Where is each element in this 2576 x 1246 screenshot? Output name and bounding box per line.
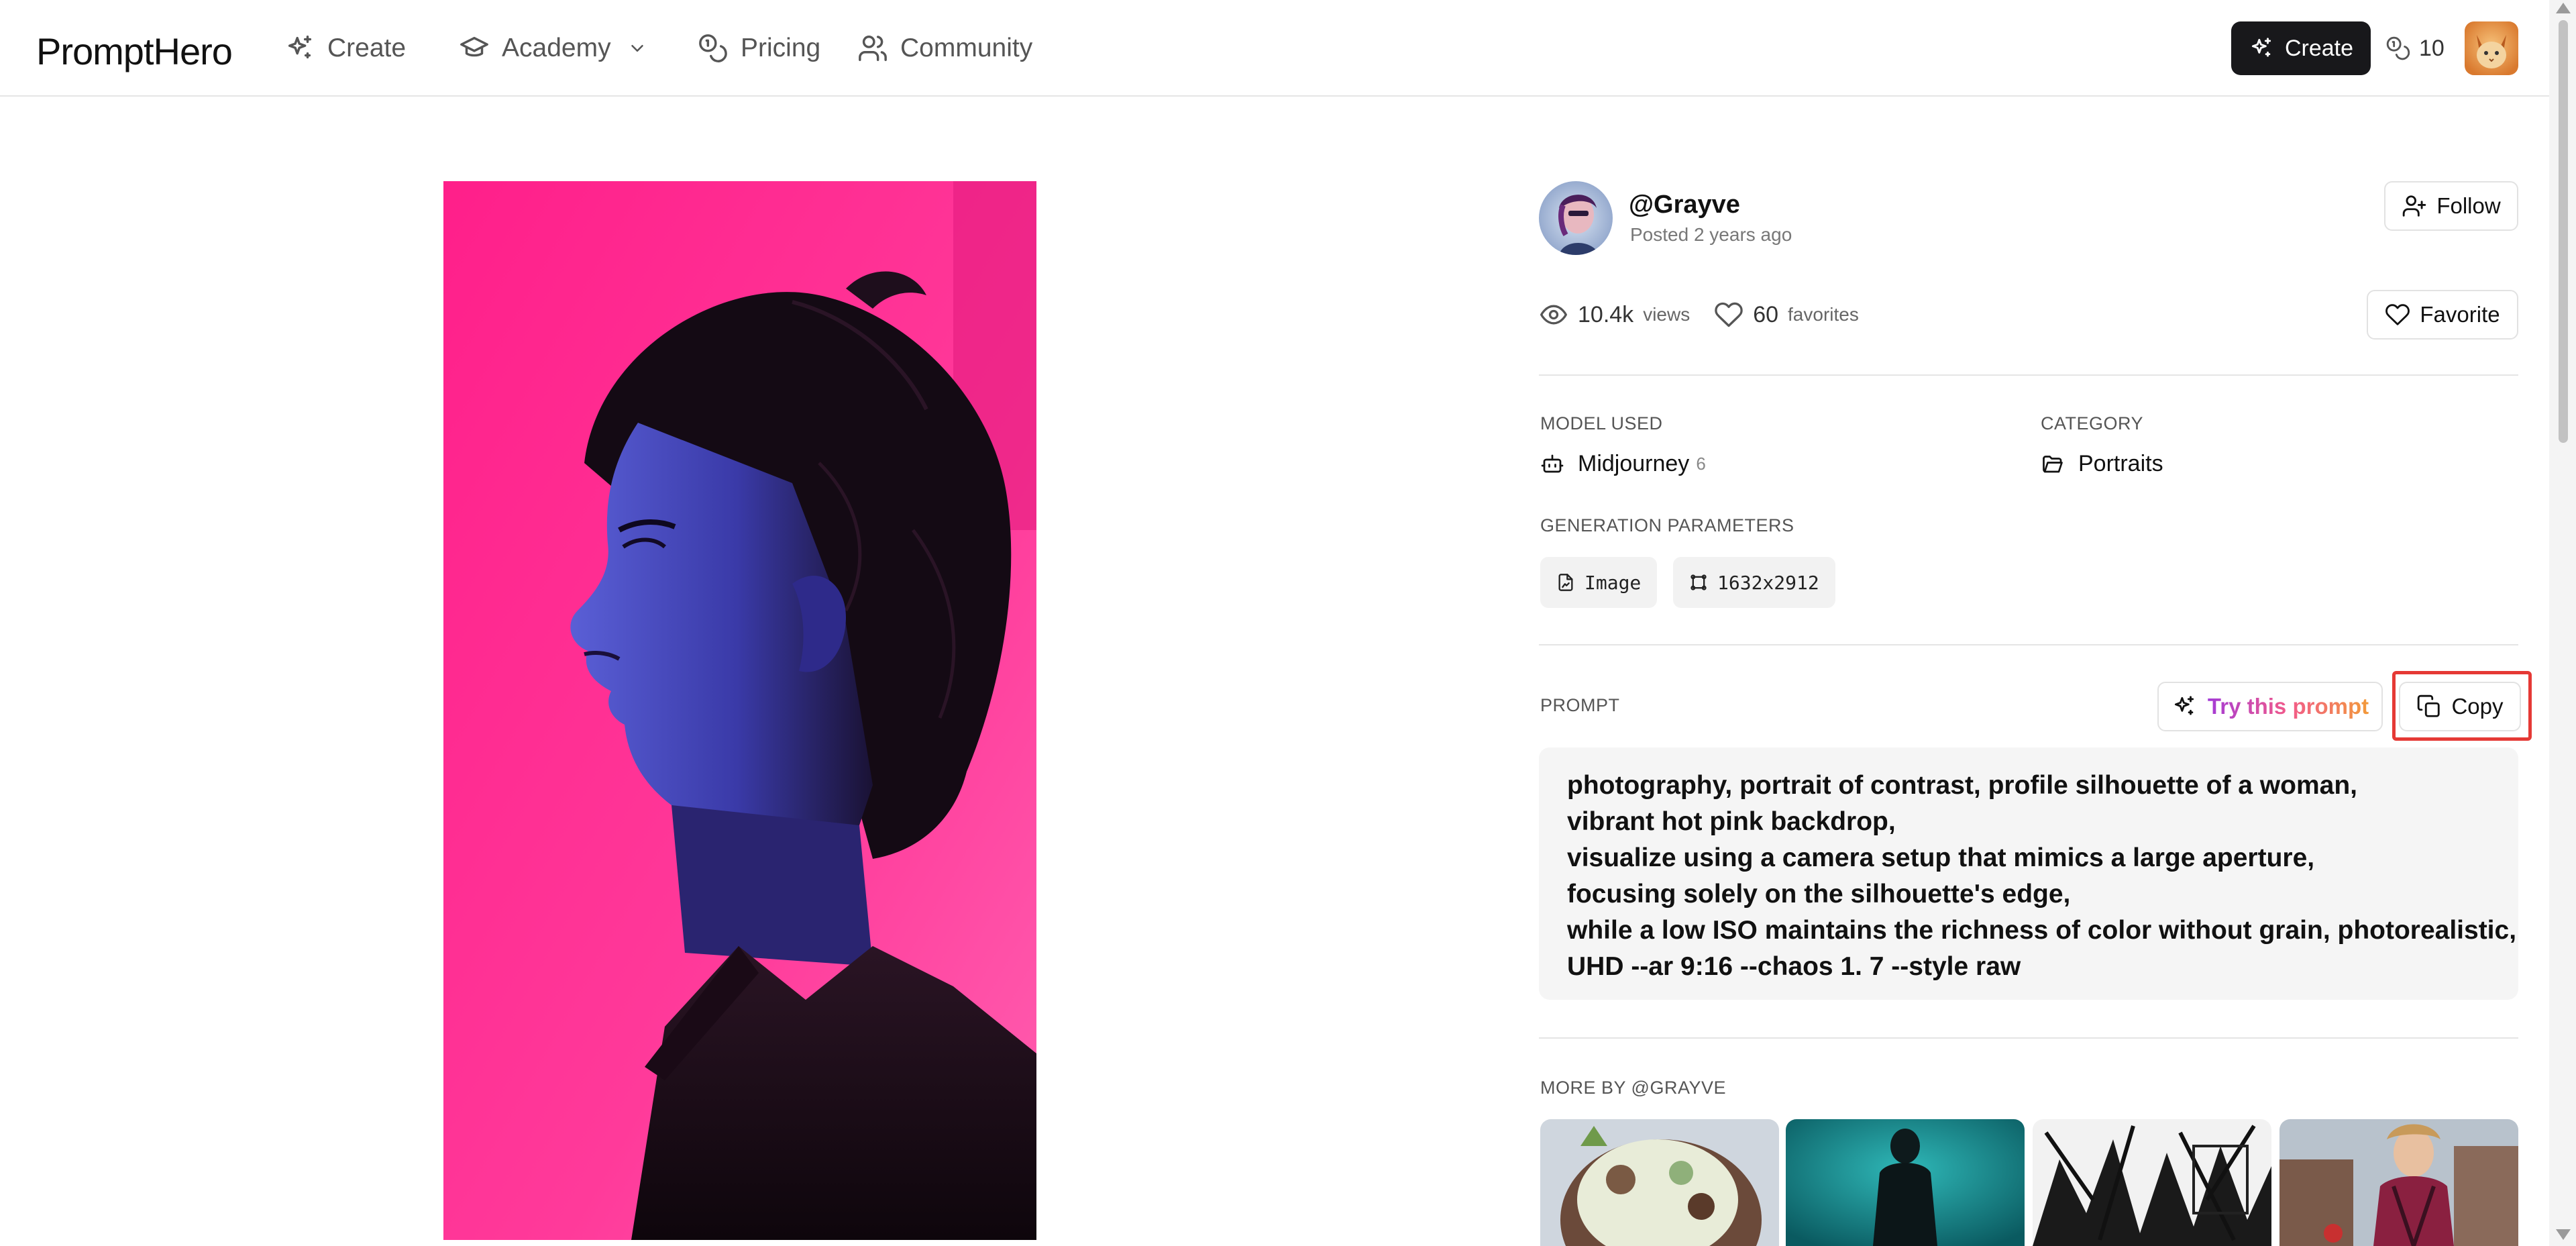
nav-academy-label: Academy <box>502 34 611 62</box>
graduation-cap-icon <box>460 36 488 57</box>
param-size-value: 1632x2912 <box>1717 571 1819 594</box>
chevron-down-icon <box>631 45 643 52</box>
try-this-prompt-button[interactable]: Try this prompt <box>2157 682 2383 731</box>
nav-create-label: Create <box>327 34 407 62</box>
favorite-button-label: Favorite <box>2420 302 2500 327</box>
credits-count: 10 <box>2419 35 2445 61</box>
more-thumbnail[interactable] <box>2279 1119 2518 1246</box>
credits-counter[interactable]: 10 <box>2385 30 2445 67</box>
posted-time: Posted 2 years ago <box>1630 224 1792 245</box>
sparkles-icon <box>2251 38 2271 57</box>
thumbnail-image <box>2279 1119 2518 1246</box>
nav-pricing-link[interactable]: Pricing <box>698 30 820 67</box>
eye-icon <box>1540 305 1567 325</box>
nav-community-label: Community <box>900 34 1033 62</box>
user-avatar-image <box>2465 21 2518 75</box>
user-plus-icon <box>2403 195 2426 217</box>
frame-icon <box>1690 574 1707 590</box>
try-this-prompt-label: Try this prompt <box>2207 694 2369 719</box>
more-by-author-label: MORE BY @GRAYVE <box>1540 1078 1726 1098</box>
category-name: Portraits <box>2078 450 2163 476</box>
divider <box>1539 644 2518 645</box>
author-avatar-image <box>1539 181 1613 255</box>
main-artwork-image[interactable] <box>443 181 1036 1240</box>
heart-icon <box>2385 304 2410 325</box>
param-type-value: Image <box>1585 571 1642 594</box>
site-logo[interactable]: PromptHero <box>36 30 233 73</box>
generation-parameters-label: GENERATION PARAMETERS <box>1540 515 1794 535</box>
more-thumbnail[interactable] <box>2033 1119 2271 1246</box>
prompt-line: UHD --ar 9:16 --chaos 1. 7 --style raw <box>1567 952 2021 981</box>
follow-button[interactable]: Follow <box>2384 181 2518 231</box>
favorites-label: favorites <box>1788 304 1859 325</box>
scroll-down-arrow-icon[interactable] <box>2556 1229 2571 1240</box>
prompt-line: focusing solely on the silhouette's edge… <box>1567 880 2071 908</box>
model-used-label: MODEL USED <box>1540 413 1663 433</box>
follow-button-label: Follow <box>2436 193 2501 218</box>
model-version: 6 <box>1696 453 1706 474</box>
scroll-up-arrow-icon[interactable] <box>2556 3 2571 13</box>
favorite-button[interactable]: Favorite <box>2367 290 2518 340</box>
category-value[interactable]: Portraits <box>2041 447 2163 480</box>
category-label: CATEGORY <box>2041 413 2144 433</box>
sparkles-icon <box>2174 696 2194 715</box>
create-button[interactable]: Create <box>2231 21 2371 75</box>
create-button-label: Create <box>2284 35 2354 61</box>
bot-icon <box>1541 454 1564 473</box>
prompt-line: while a low ISO maintains the richness o… <box>1567 916 2517 945</box>
divider <box>1539 374 2518 376</box>
coins-icon <box>2386 36 2410 60</box>
model-name: Midjourney <box>1578 450 1690 476</box>
param-chip-type: Image <box>1540 557 1658 608</box>
user-avatar[interactable] <box>2465 21 2518 75</box>
stats-row: 10.4k views 60 favorites <box>1539 297 1859 333</box>
folder-open-icon <box>2043 456 2063 473</box>
coins-icon <box>699 34 727 62</box>
prompt-text-box[interactable]: photography, portrait of contrast, profi… <box>1539 747 2518 1000</box>
views-label: views <box>1643 304 1690 325</box>
model-value[interactable]: Midjourney 6 <box>1540 447 1706 480</box>
favorites-count: 60 <box>1753 301 1779 327</box>
scrollbar-thumb[interactable] <box>2559 20 2568 443</box>
nav-pricing-label: Pricing <box>741 34 821 62</box>
nav-create-link[interactable]: Create <box>284 30 406 67</box>
thumbnail-image <box>1540 1119 1779 1246</box>
nav-academy-dropdown[interactable]: Academy <box>459 30 647 67</box>
views-count: 10.4k <box>1578 301 1634 327</box>
author-avatar[interactable] <box>1539 181 1613 255</box>
prompt-line: vibrant hot pink backdrop, <box>1567 807 1896 836</box>
file-image-icon <box>1558 574 1573 591</box>
top-navigation-bar: PromptHero Create Academy Pricing Commun… <box>0 0 2549 97</box>
param-chip-size: 1632x2912 <box>1673 557 1835 608</box>
more-thumbnail[interactable] <box>1786 1119 2025 1246</box>
thumbnail-image <box>2033 1119 2271 1246</box>
prompt-line: photography, portrait of contrast, profi… <box>1567 771 2357 800</box>
thumbnail-image <box>1786 1119 2025 1246</box>
users-icon <box>859 36 887 61</box>
author-username[interactable]: @Grayve <box>1629 191 1740 219</box>
more-thumbnail[interactable] <box>1540 1119 1779 1246</box>
page-scrollbar[interactable] <box>2549 0 2576 1246</box>
prompt-line: visualize using a camera setup that mimi… <box>1567 843 2315 872</box>
heart-icon <box>1715 302 1743 327</box>
copy-button-highlight <box>2392 671 2532 741</box>
nav-community-link[interactable]: Community <box>857 30 1032 67</box>
divider <box>1539 1037 2518 1039</box>
prompt-label: PROMPT <box>1540 695 1620 715</box>
portrait-artwork <box>443 181 1036 1240</box>
sparkles-icon <box>288 36 312 59</box>
